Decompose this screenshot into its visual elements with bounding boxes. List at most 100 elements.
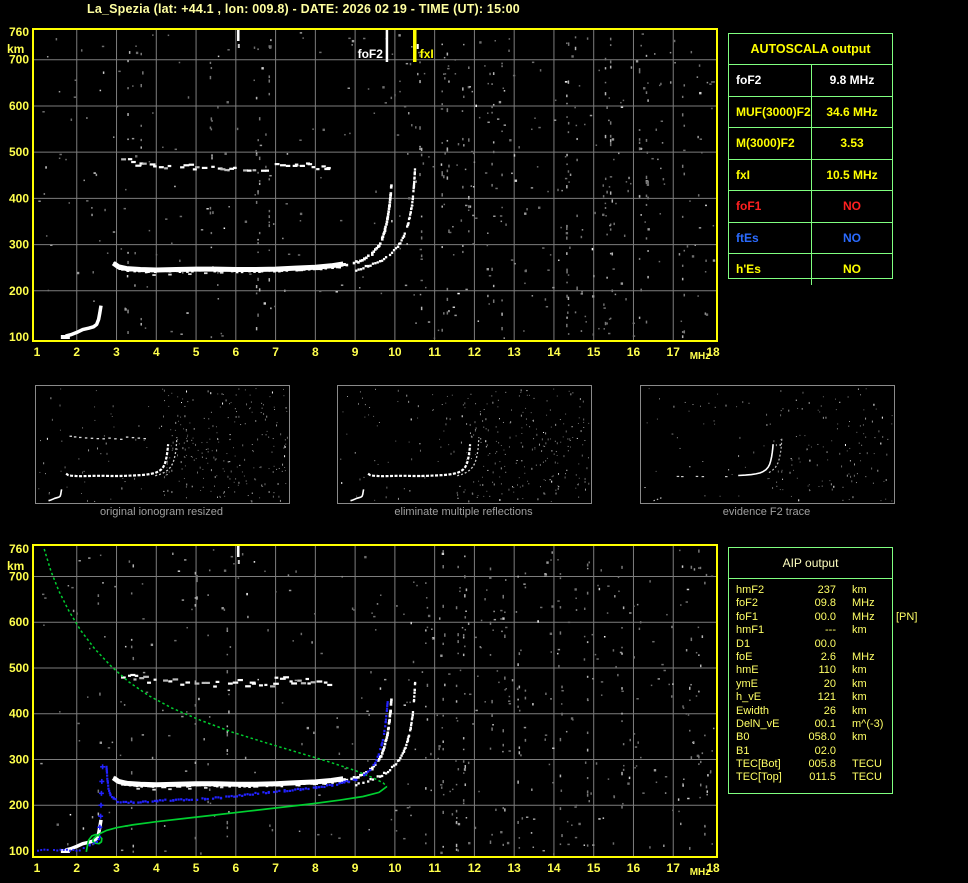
aip-row: hmF1---km xyxy=(736,624,892,637)
aip-param: TEC[Bot] xyxy=(736,758,796,771)
x-tick-label: 9 xyxy=(352,861,359,875)
bottom-ionogram: 123456789101112131415161718MHz7607006005… xyxy=(7,542,720,878)
aip-row: TEC[Top]011.5TECU xyxy=(736,771,892,784)
x-tick-label: 16 xyxy=(627,345,641,359)
x-tick-label: 3 xyxy=(113,345,120,359)
aip-value: 058.0 xyxy=(796,731,836,744)
aip-param: D1 xyxy=(736,638,796,651)
y-tick-label: 100 xyxy=(9,330,29,344)
x-tick-label: 10 xyxy=(388,861,402,875)
y-tick-label: 600 xyxy=(9,615,29,629)
aip-value: 2.6 xyxy=(796,651,836,664)
aip-param: TEC[Top] xyxy=(736,771,796,784)
autoscala-window: La_Spezia (lat: +44.1 , lon: 009.8) - DA… xyxy=(0,0,968,883)
y-tick-label: 400 xyxy=(9,191,29,205)
x-tick-label: 5 xyxy=(193,345,200,359)
aip-value: 005.8 xyxy=(796,758,836,771)
y-axis-unit: km xyxy=(7,559,24,573)
aip-row: B0058.0km xyxy=(736,731,892,744)
x-tick-label: 8 xyxy=(312,861,319,875)
aip-value: 00.0 xyxy=(796,638,836,651)
parameter-value: 9.8 MHz xyxy=(812,73,892,87)
aip-row: h_vE121km xyxy=(736,691,892,704)
aip-unit: MHz xyxy=(852,611,896,624)
aip-value: 09.8 xyxy=(796,597,836,610)
y-tick-label: 100 xyxy=(9,844,29,858)
aip-value: 011.5 xyxy=(796,771,836,784)
x-tick-label: 6 xyxy=(232,345,239,359)
x-tick-label: 16 xyxy=(627,861,641,875)
thumbnail-evidence-f2-trace xyxy=(640,385,895,504)
aip-param: hmF2 xyxy=(736,584,796,597)
aip-note: [PN] xyxy=(896,611,917,624)
x-tick-label: 5 xyxy=(193,861,200,875)
x-axis-unit: MHz xyxy=(690,867,711,878)
aip-unit xyxy=(852,638,896,651)
x-tick-label: 9 xyxy=(352,345,359,359)
y-tick-label: 300 xyxy=(9,238,29,252)
y-axis-unit: km xyxy=(7,42,24,56)
aip-value: 237 xyxy=(796,584,836,597)
aip-param: foF2 xyxy=(736,597,796,610)
x-tick-label: 17 xyxy=(667,861,681,875)
grid-lines xyxy=(34,546,716,856)
parameter-value: NO xyxy=(812,262,892,276)
y-tick-label: 600 xyxy=(9,99,29,113)
autoscala-row: h'EsNO xyxy=(729,254,892,285)
aip-unit: km xyxy=(852,731,896,744)
y-tick-label: 500 xyxy=(9,661,29,675)
thumbnail-original-ionogram xyxy=(35,385,290,504)
x-tick-label: 14 xyxy=(547,345,561,359)
x-axis-unit: MHz xyxy=(690,351,711,362)
aip-row: foF209.8MHz xyxy=(736,597,892,610)
aip-row: DelN_vE00.1m^(-3) xyxy=(736,718,892,731)
thumbnail-plot xyxy=(38,388,288,502)
parameter-label: MUF(3000)F2 xyxy=(729,97,812,128)
aip-unit: km xyxy=(852,664,896,677)
x-tick-label: 8 xyxy=(312,345,319,359)
aip-row: hmF2237km xyxy=(736,584,892,597)
thumbnail-caption: evidence F2 trace xyxy=(639,506,894,518)
aip-row: D100.0 xyxy=(736,638,892,651)
aip-value: --- xyxy=(796,624,836,637)
thumbnail-plot xyxy=(645,388,893,501)
x-tick-label: 12 xyxy=(468,345,482,359)
parameter-label: M(3000)F2 xyxy=(729,128,812,159)
autoscala-row: fxI10.5 MHz xyxy=(729,160,892,192)
parameter-label: foF1 xyxy=(729,191,812,222)
autoscala-row: MUF(3000)F234.6 MHz xyxy=(729,97,892,129)
parameter-value: 10.5 MHz xyxy=(812,168,892,182)
aip-unit xyxy=(852,745,896,758)
parameter-value: NO xyxy=(812,231,892,245)
aip-value: 02.0 xyxy=(796,745,836,758)
aip-value: 20 xyxy=(796,678,836,691)
parameter-label: h'Es xyxy=(729,254,812,285)
thumbnail-plot xyxy=(340,389,589,503)
aip-row: TEC[Bot]005.8TECU xyxy=(736,758,892,771)
aip-value: 00.1 xyxy=(796,718,836,731)
echo-traces xyxy=(61,674,416,853)
y-tick-label: 760 xyxy=(9,542,29,556)
echo-traces xyxy=(61,158,416,339)
aip-param: ymE xyxy=(736,678,796,691)
parameter-value: 34.6 MHz xyxy=(812,105,892,119)
aip-value: 26 xyxy=(796,705,836,718)
x-tick-label: 13 xyxy=(507,345,521,359)
autoscala-row: foF1NO xyxy=(729,191,892,223)
x-tick-label: 2 xyxy=(73,345,80,359)
y-tick-label: 300 xyxy=(9,752,29,766)
thumbnail-caption: eliminate multiple reflections xyxy=(336,506,591,518)
aip-row: Ewidth26km xyxy=(736,705,892,718)
aip-param: hmE xyxy=(736,664,796,677)
aip-unit: km xyxy=(852,678,896,691)
aip-param: B0 xyxy=(736,731,796,744)
x-tick-label: 15 xyxy=(587,345,601,359)
aip-param: Ewidth xyxy=(736,705,796,718)
autoscala-output-panel: AUTOSCALA output foF29.8 MHzMUF(3000)F23… xyxy=(728,33,893,279)
x-tick-label: 15 xyxy=(587,861,601,875)
x-tick-label: 4 xyxy=(153,345,160,359)
aip-row: foE2.6MHz xyxy=(736,651,892,664)
grid-lines xyxy=(34,30,716,340)
x-tick-label: 1 xyxy=(34,345,41,359)
aip-value: 110 xyxy=(796,664,836,677)
